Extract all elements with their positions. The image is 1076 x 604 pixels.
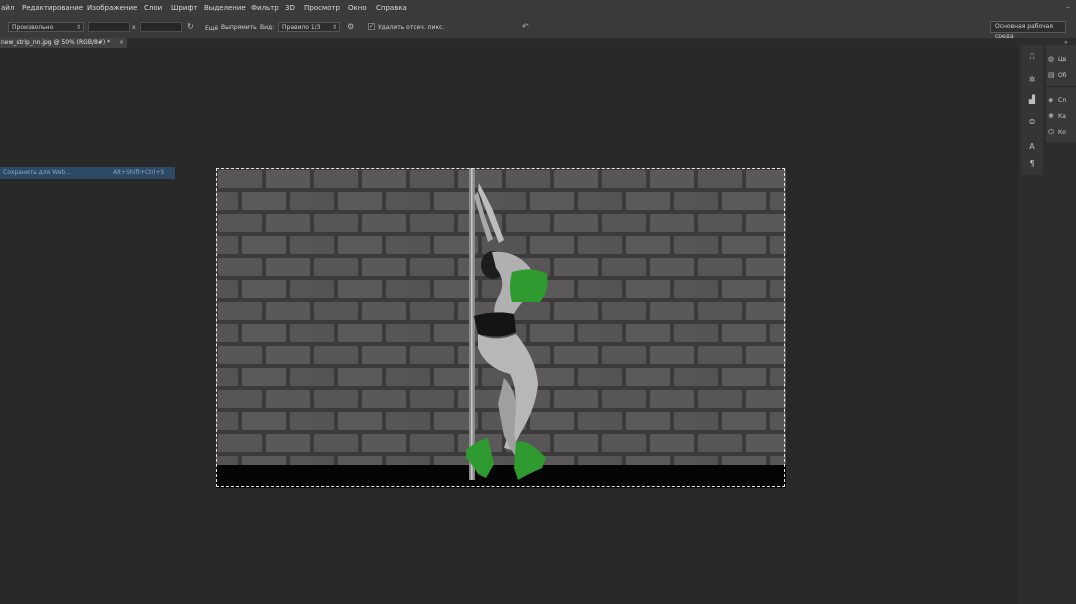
panel-paths-label: Ко <box>1058 129 1066 136</box>
delete-cropped-label: Удалить отсеч. пикс. <box>378 24 445 31</box>
document-tab-bar: new_strip_nn.jpg @ 50% (RGB/8#) * × <box>0 38 1018 48</box>
crop-width-input[interactable] <box>88 22 130 32</box>
view-label: Вид: <box>260 24 275 31</box>
menu-view[interactable]: Просмотр <box>304 4 340 12</box>
menu-file[interactable]: айл <box>1 4 14 12</box>
overlay-view-select[interactable]: Правило 1/3 ⇕ <box>278 22 340 32</box>
menu-3d[interactable]: 3D <box>285 4 295 12</box>
rotate-icon[interactable]: ↻ <box>187 22 194 32</box>
close-icon[interactable]: × <box>119 38 124 48</box>
channels-icon: ❀ <box>1048 112 1054 120</box>
history-icon[interactable]: ⎍ <box>1022 50 1042 64</box>
delete-cropped-checkbox[interactable]: ✓ <box>368 23 375 30</box>
gear-icon[interactable]: ⚙ <box>347 22 354 32</box>
clear-button[interactable]: Ещё <box>205 25 218 32</box>
crop-ratio-value: Произвольно <box>12 24 54 31</box>
panel-icon-column: ⎍ ✲ ▟ ⊜ A ¶ <box>1021 45 1043 175</box>
menu-window[interactable]: Окно <box>348 4 367 12</box>
panel-color[interactable]: ◍ Цв <box>1048 53 1066 65</box>
menu-help[interactable]: Справка <box>376 4 407 12</box>
panel-swatches-label: Об <box>1058 72 1067 79</box>
paths-icon: ⌬ <box>1048 128 1055 136</box>
save-for-web-menu-item[interactable]: Сохранить для Web... Alt+Shift+Ctrl+S <box>0 167 175 179</box>
document-canvas[interactable] <box>216 168 786 488</box>
menu-type[interactable]: Шрифт <box>171 4 198 12</box>
panel-divider <box>1046 86 1076 87</box>
panel-channels[interactable]: ❀ Ка <box>1048 110 1066 122</box>
histogram-icon[interactable]: ▟ <box>1022 93 1042 107</box>
chevron-updown-icon: ⇕ <box>331 24 337 31</box>
save-for-web-label: Сохранить для Web... <box>3 169 71 176</box>
straighten-button[interactable]: Выпрямить <box>221 24 257 31</box>
panel-swatches[interactable]: ▤ Об <box>1048 69 1066 81</box>
navigator-icon[interactable]: ✲ <box>1022 73 1042 87</box>
menu-image[interactable]: Изображение <box>87 4 137 12</box>
menu-layers[interactable]: Слои <box>144 4 162 12</box>
document-tab[interactable]: new_strip_nn.jpg @ 50% (RGB/8#) * × <box>0 38 127 48</box>
crop-height-input[interactable] <box>140 22 182 32</box>
menu-bar: айл Редактирование Изображение Слои Шриф… <box>0 0 1076 16</box>
properties-icon[interactable]: ⊜ <box>1022 115 1042 129</box>
menu-edit[interactable]: Редактирование <box>22 4 83 12</box>
menu-filter[interactable]: Фильтр <box>251 4 279 12</box>
workspace-select[interactable]: Основная рабочая среда <box>990 21 1066 40</box>
panel-channels-label: Ка <box>1058 113 1066 120</box>
reset-icon[interactable]: ↶ <box>522 22 529 32</box>
overlay-view-value: Правило 1/3 <box>282 24 321 31</box>
swap-dimensions-button[interactable]: x <box>132 24 136 31</box>
swatches-icon: ▤ <box>1048 71 1055 79</box>
panel-layers[interactable]: ◈ Сл <box>1048 94 1066 106</box>
chevron-updown-icon: ⇕ <box>75 24 81 31</box>
save-for-web-shortcut: Alt+Shift+Ctrl+S <box>113 169 165 176</box>
color-icon: ◍ <box>1048 55 1055 63</box>
panel-color-label: Цв <box>1058 56 1067 63</box>
canvas-image <box>216 168 786 488</box>
options-bar: Произвольно ⇕ x ↻ Ещё Выпрямить Вид: Пра… <box>0 16 1076 39</box>
menu-select[interactable]: Выделение <box>204 4 246 12</box>
document-title: new_strip_nn.jpg @ 50% (RGB/8#) * <box>1 39 111 46</box>
panel-layers-label: Сл <box>1058 97 1067 104</box>
layers-icon: ◈ <box>1048 96 1054 104</box>
panel-paths[interactable]: ⌬ Ко <box>1048 126 1066 138</box>
crop-ratio-select[interactable]: Произвольно ⇕ <box>8 22 84 32</box>
minimize-button[interactable]: – <box>1063 3 1073 12</box>
character-icon[interactable]: A <box>1022 140 1042 154</box>
paragraph-icon[interactable]: ¶ <box>1022 157 1042 171</box>
